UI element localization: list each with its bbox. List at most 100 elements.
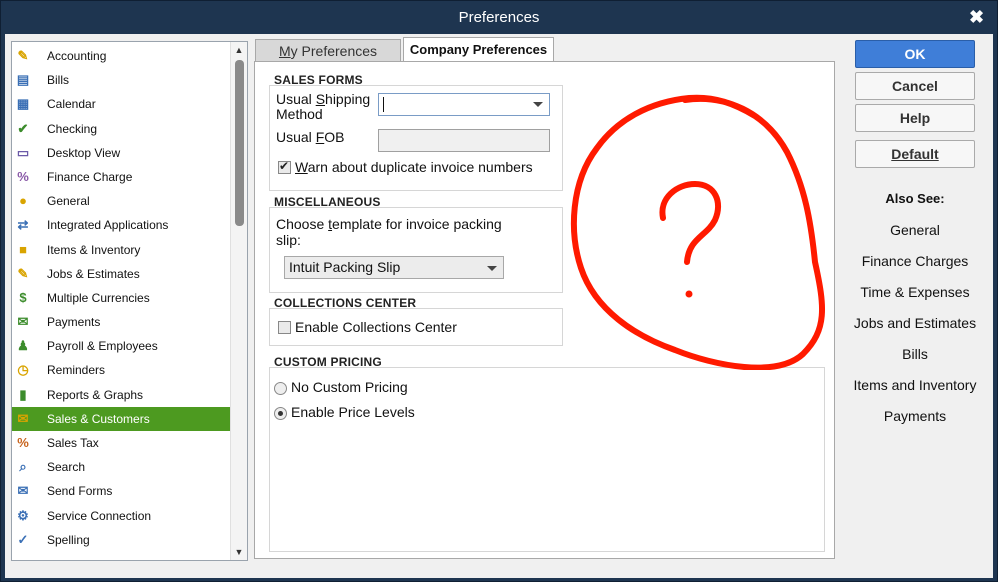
shipping-method-dropdown[interactable] (378, 93, 550, 116)
sidebar-item-desktop-view[interactable]: ▭ Desktop View (12, 141, 230, 165)
enable-price-levels-label[interactable]: Enable Price Levels (291, 404, 415, 420)
scroll-down-arrow-icon[interactable]: ▼ (231, 544, 247, 560)
sidebar-item-bills[interactable]: ▤ Bills (12, 68, 230, 92)
sales-tax-icon: % (17, 435, 29, 450)
sidebar-item-label: Multiple Currencies (47, 290, 150, 305)
sidebar-item-calendar[interactable]: ▦ Calendar (12, 92, 230, 116)
sidebar-item-reminders[interactable]: ◷ Reminders (12, 358, 230, 382)
sidebar-item-label: Payments (47, 315, 101, 330)
packing-slip-template-value: Intuit Packing Slip (289, 259, 401, 275)
sidebar-item-label: Search (47, 460, 86, 475)
chevron-down-icon[interactable] (533, 102, 543, 107)
default-button[interactable]: Default (855, 140, 975, 168)
dialog-body: ✎ Accounting ▤ Bills ▦ Calendar ✔ Checking ▭ Desk… (5, 34, 993, 578)
sidebar-scrollbar[interactable]: ▲ ▼ (230, 42, 247, 560)
also-see-link-time-expenses[interactable]: Time & Expenses (845, 284, 985, 300)
also-see-link-bills[interactable]: Bills (845, 346, 985, 362)
also-see-link-general[interactable]: General (845, 222, 985, 238)
sidebar-item-label: Accounting (47, 49, 107, 63)
company-preferences-panel: SALES FORMS Usual Shipping Method Usual … (254, 61, 835, 559)
sidebar-item-payments[interactable]: ✉ Payments (12, 310, 230, 334)
reports-graphs-icon: ▮ (19, 386, 27, 402)
template-label-part: Choose (276, 216, 329, 232)
sidebar-item-label: Jobs & Estimates (47, 266, 140, 281)
search-icon: ⌕ (19, 459, 27, 475)
sidebar-item-search[interactable]: ⌕ Search (12, 455, 230, 479)
tab-company-preferences-label: Company Preferences (409, 42, 548, 57)
packing-slip-template-label: Choose template for invoice packing slip… (276, 216, 502, 248)
sidebar-item-general[interactable]: ● General (12, 189, 230, 213)
sidebar-item-label: Reports & Graphs (47, 387, 144, 402)
sidebar-item-finance-charge[interactable]: % Finance Charge (12, 165, 230, 189)
close-icon[interactable]: ✖ (969, 1, 987, 34)
warn-duplicate-label[interactable]: Warn about duplicate invoice numbers (295, 159, 533, 175)
chevron-down-icon[interactable] (487, 266, 497, 271)
ok-button[interactable]: OK (855, 40, 975, 68)
scroll-thumb[interactable] (235, 60, 244, 226)
preferences-category-list: ✎ Accounting ▤ Bills ▦ Calendar ✔ Checking ▭ Desk… (11, 41, 248, 561)
sidebar-item-multiple-currencies[interactable]: $ Multiple Currencies (12, 286, 230, 310)
fob-label-part: Usual (276, 129, 316, 145)
reminders-icon: ◷ (17, 362, 29, 378)
shipping-label-part: Usual (276, 91, 316, 107)
integrated-apps-icon: ⇄ (17, 217, 29, 233)
template-label-part-2: emplate for invoice packing (332, 216, 502, 232)
scroll-up-arrow-icon[interactable]: ▲ (231, 42, 247, 58)
fob-label-mnemonic: F (315, 129, 325, 145)
shipping-method-label: Usual Shipping Method (276, 92, 370, 122)
enable-collections-checkbox[interactable] (278, 321, 291, 334)
fob-input[interactable] (378, 129, 550, 152)
text-caret (383, 97, 384, 112)
warn-mnemonic: W (295, 159, 308, 175)
fob-label: Usual FOB (276, 129, 344, 145)
sidebar-item-items-and-inventory[interactable]: ■ Items & Inventory (12, 238, 230, 262)
category-items: ✎ Accounting ▤ Bills ▦ Calendar ✔ Checking ▭ Desk… (12, 44, 230, 552)
spelling-icon: ✓ (17, 531, 29, 547)
shipping-label-line2: Method (276, 106, 323, 122)
sidebar-item-sales-tax[interactable]: % Sales Tax (12, 431, 230, 455)
miscellaneous-group: Choose template for invoice packing slip… (269, 207, 563, 293)
currencies-icon: $ (19, 289, 27, 305)
tab-my-preferences-label: y Preferences (290, 43, 378, 59)
also-see-link-jobs-estimates[interactable]: Jobs and Estimates (845, 315, 985, 331)
bills-icon: ▤ (16, 72, 30, 88)
sidebar-item-label: Sales & Customers (47, 411, 150, 426)
sidebar-item-label: Spelling (47, 532, 90, 547)
sidebar-item-integrated-applications[interactable]: ⇄ Integrated Applications (12, 213, 230, 237)
sidebar-item-accounting[interactable]: ✎ Accounting (12, 44, 230, 68)
sidebar-item-checking[interactable]: ✔ Checking (12, 117, 230, 141)
also-see-link-payments[interactable]: Payments (845, 408, 985, 424)
default-button-label: Default (891, 146, 939, 162)
sidebar-item-send-forms[interactable]: ✉ Send Forms (12, 479, 230, 503)
sidebar-item-label: General (47, 194, 90, 209)
warn-label-text: arn about duplicate invoice numbers (307, 159, 533, 175)
sidebar-item-reports-and-graphs[interactable]: ▮ Reports & Graphs (12, 383, 230, 407)
sidebar-item-service-connection[interactable]: ⚙ Service Connection (12, 504, 230, 528)
sidebar-item-jobs-and-estimates[interactable]: ✎ Jobs & Estimates (12, 262, 230, 286)
shipping-label-part-2: hipping (325, 91, 371, 107)
warn-duplicate-checkbox[interactable] (278, 159, 291, 174)
desktop-view-icon: ▭ (16, 144, 30, 160)
sidebar-item-label: Integrated Applications (47, 218, 169, 233)
enable-price-levels-radio[interactable] (274, 407, 287, 420)
payments-icon: ✉ (17, 314, 29, 330)
tab-company-preferences[interactable]: Company Preferences (403, 37, 554, 62)
calendar-icon: ▦ (16, 96, 30, 112)
cancel-button[interactable]: Cancel (855, 72, 975, 100)
accounting-icon: ✎ (17, 48, 29, 63)
jobs-estimates-icon: ✎ (17, 265, 29, 281)
enable-collections-label[interactable]: Enable Collections Center (295, 319, 457, 335)
sidebar-item-spelling[interactable]: ✓ Spelling (12, 528, 230, 552)
packing-slip-template-dropdown[interactable]: Intuit Packing Slip (284, 256, 504, 279)
sidebar-item-payroll-and-employees[interactable]: ♟ Payroll & Employees (12, 334, 230, 358)
also-see-link-finance-charges[interactable]: Finance Charges (845, 253, 985, 269)
sidebar-item-sales-and-customers[interactable]: ✉ Sales & Customers (12, 406, 230, 431)
no-custom-pricing-label[interactable]: No Custom Pricing (291, 379, 408, 395)
help-button[interactable]: Help (855, 104, 975, 132)
no-custom-pricing-radio[interactable] (274, 382, 287, 395)
fob-label-part-2: OB (324, 129, 345, 145)
also-see-link-items-inventory[interactable]: Items and Inventory (845, 377, 985, 393)
tab-my-preferences[interactable]: My Preferences (255, 39, 401, 62)
preferences-window: Preferences ✖ ✎ Accounting ▤ Bills ▦ Calendar… (0, 0, 998, 582)
sidebar-item-label: Payroll & Employees (47, 339, 158, 354)
